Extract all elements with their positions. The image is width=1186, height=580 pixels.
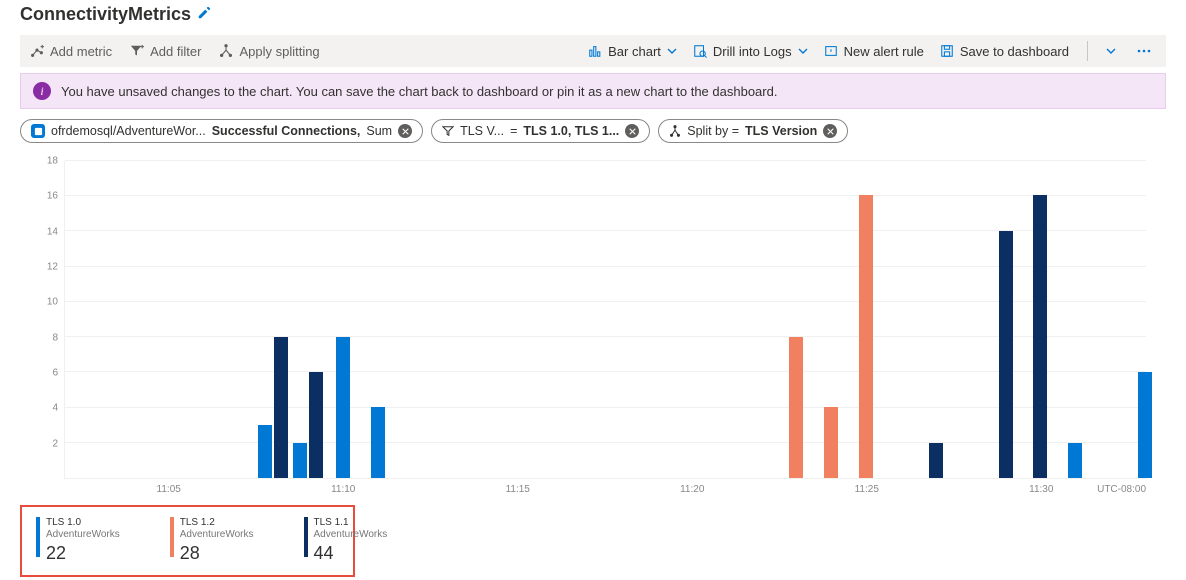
unsaved-notice: i You have unsaved changes to the chart.… (20, 73, 1166, 109)
y-tick: 2 (52, 438, 58, 449)
bar-tls1.0[interactable] (1138, 372, 1152, 478)
filter-value: TLS 1.0, TLS 1... (523, 124, 619, 138)
bar-tls1.1[interactable] (309, 372, 323, 478)
add-filter-button[interactable]: Add filter (130, 44, 201, 59)
bar-tls1.1[interactable] (929, 443, 943, 478)
filter-field: TLS V... (460, 124, 504, 138)
bar-tls1.0[interactable] (1068, 443, 1082, 478)
edit-icon[interactable] (197, 6, 211, 23)
y-tick: 8 (52, 332, 58, 343)
title-row: ConnectivityMetrics (20, 0, 1166, 35)
close-icon[interactable] (625, 124, 639, 138)
x-axis: UTC-08:00 11:05 11:10 11:15 11:20 11:25 11:30 (64, 481, 1146, 501)
chart-area: 24681012141618 UTC-08:00 11:0511:1011:15… (20, 161, 1166, 501)
new-alert-label: New alert rule (844, 44, 924, 59)
bar-tls1.0[interactable] (371, 407, 385, 478)
more-icon[interactable] (1132, 43, 1156, 59)
timezone-label: UTC-08:00 (1097, 484, 1146, 495)
toolbar: Add metric Add filter Apply splitting Ba… (20, 35, 1166, 67)
x-tick: 11:30 (1029, 484, 1053, 495)
filter-pill[interactable]: TLS V... = TLS 1.0, TLS 1... (431, 119, 650, 143)
split-icon (669, 125, 681, 137)
add-filter-label: Add filter (150, 44, 201, 59)
legend-value: 22 (46, 543, 120, 565)
bar-tls1.1[interactable] (274, 337, 288, 478)
bar-tls1.0[interactable] (293, 443, 307, 478)
y-tick: 6 (52, 368, 58, 379)
chart-type-label: Bar chart (608, 44, 661, 59)
y-tick: 18 (47, 156, 58, 167)
bar-tls1.0[interactable] (336, 337, 350, 478)
legend-swatch (36, 517, 40, 557)
y-axis: 24681012141618 (38, 161, 58, 479)
y-tick: 12 (47, 262, 58, 273)
new-alert-button[interactable]: New alert rule (824, 44, 924, 59)
split-value: TLS Version (745, 124, 817, 138)
x-tick: 11:25 (855, 484, 879, 495)
bar-tls1.0[interactable] (258, 425, 272, 478)
save-button[interactable]: Save to dashboard (940, 44, 1069, 59)
legend-swatch (304, 517, 308, 557)
legend-name: TLS 1.0 (46, 517, 120, 529)
legend-box: TLS 1.0AdventureWorks22TLS 1.2AdventureW… (20, 505, 355, 577)
sql-icon (31, 124, 45, 138)
x-tick: 11:05 (157, 484, 181, 495)
add-metric-button[interactable]: Add metric (30, 44, 112, 59)
filter-eq: = (510, 124, 517, 138)
split-pill[interactable]: Split by = TLS Version (658, 119, 848, 143)
bar-tls1.2[interactable] (859, 195, 873, 478)
y-tick: 16 (47, 191, 58, 202)
apply-splitting-label: Apply splitting (239, 44, 319, 59)
metric-pill[interactable]: ofrdemosql/AdventureWor... Successful Co… (20, 119, 423, 143)
x-tick: 11:15 (506, 484, 530, 495)
split-prefix: Split by = (687, 124, 739, 138)
close-icon[interactable] (823, 124, 837, 138)
legend-value: 28 (180, 543, 254, 565)
y-tick: 10 (47, 297, 58, 308)
drill-logs-button[interactable]: Drill into Logs (693, 44, 808, 59)
pill-row: ofrdemosql/AdventureWor... Successful Co… (20, 119, 1166, 143)
close-icon[interactable] (398, 124, 412, 138)
add-metric-label: Add metric (50, 44, 112, 59)
y-tick: 4 (52, 403, 58, 414)
bar-tls1.1[interactable] (1033, 195, 1047, 478)
metric-name: Successful Connections, (212, 124, 361, 138)
apply-splitting-button[interactable]: Apply splitting (219, 44, 319, 59)
legend-sub: AdventureWorks (46, 529, 120, 541)
metric-scope: ofrdemosql/AdventureWor... (51, 124, 206, 138)
legend-item[interactable]: TLS 1.2AdventureWorks 28 (170, 517, 254, 565)
bar-tls1.2[interactable] (789, 337, 803, 478)
legend-value: 44 (314, 543, 388, 565)
save-label: Save to dashboard (960, 44, 1069, 59)
chart-type-button[interactable]: Bar chart (588, 44, 677, 59)
x-tick: 11:10 (331, 484, 355, 495)
legend-item[interactable]: TLS 1.1AdventureWorks 44 (304, 517, 388, 565)
chevron-down-icon (798, 44, 808, 59)
notice-text: You have unsaved changes to the chart. Y… (61, 84, 777, 99)
chevron-down-icon (667, 44, 677, 59)
filter-icon (442, 125, 454, 137)
drill-logs-label: Drill into Logs (713, 44, 792, 59)
plot-area (64, 161, 1146, 479)
y-tick: 14 (47, 226, 58, 237)
legend-name: TLS 1.2 (180, 517, 254, 529)
toolbar-divider (1087, 41, 1088, 61)
info-icon: i (33, 82, 51, 100)
legend-item[interactable]: TLS 1.0AdventureWorks 22 (36, 517, 120, 565)
page-title: ConnectivityMetrics (20, 4, 191, 25)
bar-tls1.2[interactable] (824, 407, 838, 478)
legend-swatch (170, 517, 174, 557)
chevron-down-icon[interactable] (1106, 44, 1116, 59)
bar-tls1.1[interactable] (999, 231, 1013, 478)
legend-sub: AdventureWorks (314, 529, 388, 541)
legend-sub: AdventureWorks (180, 529, 254, 541)
metric-agg: Sum (366, 124, 392, 138)
legend-name: TLS 1.1 (314, 517, 388, 529)
x-tick: 11:20 (680, 484, 704, 495)
